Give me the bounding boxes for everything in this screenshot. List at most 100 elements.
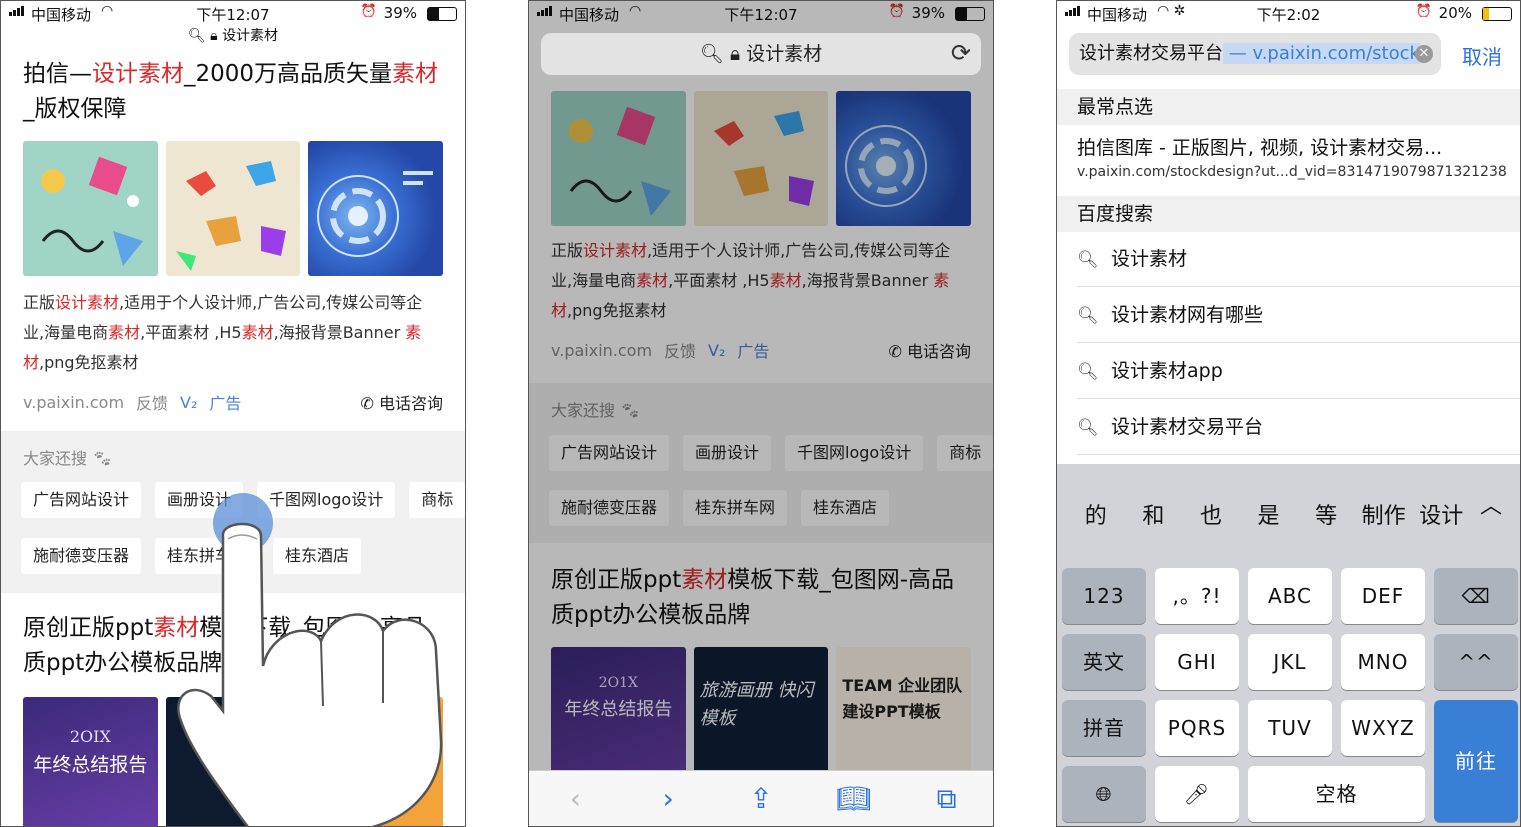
top-hit-title: 拍信图库 - 正版图片, 视频, 设计素材交易... (1077, 137, 1443, 159)
search-suggestion[interactable]: 🔍︎ 设计素材 (1077, 231, 1520, 287)
suggestion-text: 设计素材app (1111, 360, 1223, 382)
text-fragment: 原创正版ppt (23, 615, 154, 641)
key[interactable]: WXYZ (1341, 700, 1425, 756)
forward-arrow-icon[interactable]: › (643, 782, 693, 815)
reload-icon[interactable]: ⟳ (951, 39, 971, 67)
expand-candidates-icon[interactable]: ︿ (1480, 488, 1502, 520)
search-icon: 🔍︎ (187, 28, 206, 44)
candidate-word[interactable]: 设计 (1412, 498, 1470, 530)
candidate-word[interactable]: 的 (1067, 498, 1125, 530)
key[interactable]: ABC (1248, 568, 1332, 624)
keyword-highlight: 素材 (108, 323, 141, 342)
alarm-icon: ⏰ (360, 4, 377, 19)
browser-toolbar: ‹ › ⇪ 📖︎ ⧉ (529, 770, 993, 826)
url-text: 设计素材 (222, 28, 279, 44)
url-bar[interactable]: 🔍︎ 🔒︎ 设计素材 (1, 25, 465, 45)
keyboard: 的和也是等制作 设计 ︿ 123,。?! ABC DEF ⌫ 英文 GHI JKL MNO ^^ 拼… (1057, 464, 1520, 826)
microphone-icon[interactable]: 🎤︎ (1155, 766, 1239, 822)
section-header-top-hits: 最常点选 (1057, 89, 1520, 125)
alarm-icon: ⏰ (1415, 4, 1432, 19)
text-fragment: _2000万高品质矢量 (184, 61, 393, 87)
section-header-baidu: 百度搜索 (1057, 196, 1520, 232)
search-result-1[interactable]: 拍信—设计素材_2000万高品质矢量素材_版权保障 正版设计素材,适用于个人设计… (23, 57, 444, 414)
back-arrow-icon[interactable]: ‹ (550, 782, 600, 815)
cancel-button[interactable]: 取消 (1462, 41, 1502, 70)
top-hit-item[interactable]: 拍信图库 - 正版图片, 视频, 设计素材交易... v.paixin.com/… (1077, 133, 1510, 180)
text-fragment: 拍信— (23, 61, 92, 87)
candidate-word[interactable]: 是 (1240, 498, 1298, 530)
phone-screen-2: 中国移动 ◠ 下午12:07 ⏰ 39% 正版设计素材,适用于个人设计师,广告公… (528, 0, 994, 827)
key[interactable]: PQRS (1155, 700, 1239, 756)
keyword-highlight: 设计素材 (92, 61, 184, 87)
key[interactable]: ,。?! (1155, 568, 1239, 624)
address-text: 设计素材 (746, 43, 823, 65)
keyword-highlight: 素材 (241, 323, 274, 342)
search-suggestion[interactable]: 🔍︎ 设计素材交易平台 (1077, 399, 1520, 455)
suggestion-text: 设计素材 (1111, 248, 1188, 270)
related-search-chip[interactable]: 广告网站设计 (21, 482, 142, 518)
thumbnail-caption: 年终总结报告 (33, 754, 148, 776)
verified-badge: V₂ (180, 392, 198, 412)
result-domain[interactable]: v.paixin.com (23, 393, 124, 412)
candidate-word[interactable]: 也 (1182, 498, 1240, 530)
search-query: 设计素材交易平台 (1079, 43, 1223, 64)
feedback-link[interactable]: 反馈 (136, 390, 168, 414)
emoticon-key[interactable]: ^^ (1434, 634, 1518, 690)
share-icon[interactable]: ⇪ (736, 782, 786, 815)
paw-icon: 🐾︎ (92, 449, 113, 468)
candidate-word[interactable]: 制作 (1355, 498, 1413, 530)
search-icon: 🔍︎ (1077, 362, 1099, 382)
result-meta: v.paixin.com 反馈 V₂ 广告 ✆ 电话咨询 (23, 390, 443, 414)
backspace-icon[interactable]: ⌫ (1434, 568, 1518, 624)
dim-overlay (529, 1, 993, 826)
suggestion-text: 设计素材网有哪些 (1111, 304, 1264, 326)
thumbnail-year: 2OIX (69, 727, 111, 746)
key[interactable]: GHI (1155, 634, 1239, 690)
text-fragment: ,平面素材 ,H5 (140, 323, 242, 342)
phone-screen-1: 中国移动 ◠ 下午12:07 ⏰ 39% 🔍︎ 🔒︎ 设计素材 拍信—设计素材_… (0, 0, 466, 827)
search-icon: 🔍︎ (1077, 250, 1099, 270)
suggestion-text: 设计素材交易平台 (1111, 416, 1264, 438)
thumbnail-annual-report[interactable]: 2OIX 年终总结报告 (23, 697, 158, 826)
bookmarks-icon[interactable]: 📖︎ (829, 782, 879, 815)
phone-icon: ✆ (360, 394, 374, 413)
status-bar: 中国移动 ◠ ✲ 下午2:02 ⏰ 20% (1057, 1, 1520, 29)
finger-gesture-illustration (177, 493, 443, 826)
battery-percent: 20% (1438, 4, 1472, 22)
result-description: 正版设计素材,适用于个人设计师,广告公司,传媒公司等企业,海量电商素材,平面素材… (23, 288, 443, 378)
battery-percent: 39% (383, 4, 417, 22)
key[interactable]: TUV (1248, 700, 1332, 756)
text-fragment: 正版 (23, 293, 56, 312)
numbers-key[interactable]: 123 (1062, 568, 1146, 624)
top-hit-url: v.paixin.com/stockdesign?ut...d_vid=8314… (1077, 164, 1507, 180)
pinyin-key[interactable]: 拼音 (1062, 700, 1146, 756)
phone-screen-3: 中国移动 ◠ ✲ 下午2:02 ⏰ 20% 设计素材交易平台 — v.paixi… (1056, 0, 1521, 827)
thumbnail-tech-circles[interactable] (308, 141, 444, 276)
keyword-highlight: 设计素材 (55, 293, 120, 312)
go-button[interactable]: 前往 (1434, 700, 1518, 822)
phone-consult-button[interactable]: ✆ 电话咨询 (360, 390, 443, 414)
thumbnail-deer-pattern[interactable] (165, 141, 301, 276)
search-icon: 🔍︎ (1077, 306, 1099, 326)
search-suggestion[interactable]: 🔍︎ 设计素材网有哪些 (1077, 287, 1520, 343)
tabs-icon[interactable]: ⧉ (922, 782, 972, 816)
keyword-highlight: 素材 (392, 61, 439, 87)
english-key[interactable]: 英文 (1062, 634, 1146, 690)
clear-icon[interactable]: ✕ (1415, 45, 1433, 63)
candidate-word[interactable]: 等 (1297, 498, 1355, 530)
globe-icon[interactable]: 🌐︎ (1062, 766, 1146, 822)
result-title[interactable]: 拍信—设计素材_2000万高品质矢量素材 _版权保障 (23, 57, 443, 127)
related-search-chip[interactable]: 施耐德变压器 (21, 538, 142, 574)
key[interactable]: MNO (1341, 634, 1425, 690)
address-bar[interactable]: 🔍︎ 🔒︎ 设计素材 (541, 33, 981, 75)
battery-icon (1482, 7, 1512, 21)
key[interactable]: JKL (1248, 634, 1332, 690)
key[interactable]: DEF (1341, 568, 1425, 624)
search-suggestion[interactable]: 🔍︎ 设计素材app (1077, 343, 1520, 399)
space-key[interactable]: 空格 (1248, 766, 1425, 822)
result-thumbnails (23, 141, 444, 276)
search-input[interactable]: 设计素材交易平台 — v.paixin.com/stock ✕ (1069, 33, 1441, 75)
candidate-word[interactable]: 和 (1125, 498, 1183, 530)
related-searches-label: 大家还搜 🐾︎ (23, 449, 113, 468)
thumbnail-memphis-pattern[interactable] (23, 141, 158, 276)
